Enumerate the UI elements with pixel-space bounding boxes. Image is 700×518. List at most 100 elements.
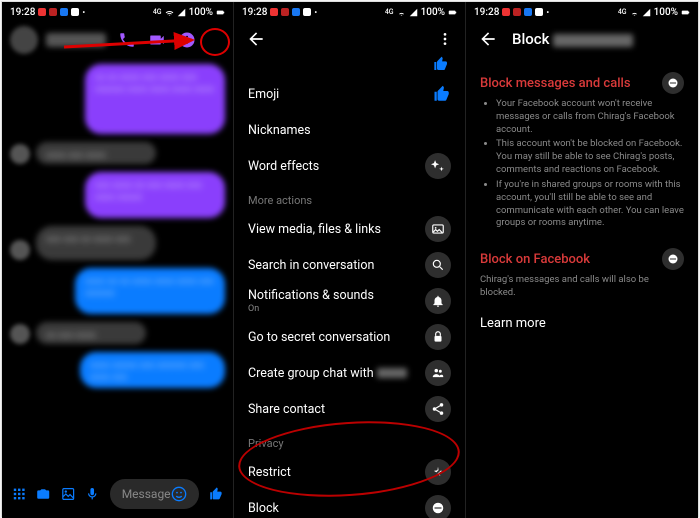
block-fb-desc: Chirag's messages and calls will also be… — [480, 274, 684, 300]
fb-icon — [524, 8, 532, 16]
app-icon — [513, 8, 521, 16]
status-battery: 100% — [654, 7, 678, 18]
message-in[interactable]: xxxx xxx xxxx — [36, 142, 156, 164]
battery-icon — [216, 8, 225, 17]
call-icon[interactable] — [118, 31, 136, 49]
bullet: If you're in shared groups or rooms with… — [496, 179, 684, 230]
label: Block messages and calls — [480, 76, 631, 91]
message-out[interactable]: xx xx xxxx xxx xxxx xxx xxxxxx xxxx xxxx… — [85, 64, 225, 134]
network-icon: 4G — [618, 8, 627, 16]
fb-icon — [292, 8, 300, 16]
more-icon: • — [82, 8, 85, 17]
item-notifications[interactable]: Notifications & sounds On — [248, 283, 451, 319]
video-icon[interactable] — [148, 31, 166, 49]
message-input[interactable]: Message — [110, 479, 199, 509]
app-icon — [535, 8, 543, 16]
bullet: Your Facebook account won't receive mess… — [496, 98, 684, 136]
item-nicknames[interactable]: Nicknames — [248, 112, 451, 148]
wifi-icon — [630, 8, 639, 17]
more-icon: • — [546, 8, 549, 17]
item-share-contact[interactable]: Share contact — [248, 391, 451, 427]
battery-icon — [681, 8, 690, 17]
thumb-row — [234, 56, 465, 76]
media-icon — [425, 216, 451, 242]
app-icon — [270, 8, 278, 16]
bullet: This account won't be blocked on Faceboo… — [496, 138, 684, 176]
status-time: 19:28 — [10, 7, 35, 18]
status-battery: 100% — [189, 7, 213, 18]
status-bar: 19:28 • 4G 100% — [466, 2, 698, 22]
item-search[interactable]: Search in conversation — [248, 247, 451, 283]
back-icon[interactable] — [478, 29, 498, 49]
search-icon — [425, 252, 451, 278]
message-in[interactable]: xxx xxx xx xxxx xxx — [36, 226, 156, 260]
battery-icon — [448, 8, 457, 17]
item-restrict[interactable]: Restrict — [248, 454, 451, 490]
message-out[interactable]: xxx xxxx xx xxx xxxx xxx xxxx xxxxx — [85, 172, 225, 218]
label: Word effects — [248, 159, 319, 174]
status-time: 19:28 — [242, 7, 267, 18]
label: Notifications & sounds — [248, 288, 374, 303]
wifi-icon — [397, 8, 406, 17]
label: Create group chat with — [248, 366, 407, 381]
back-icon[interactable] — [246, 29, 266, 49]
thumbs-up-icon[interactable] — [209, 484, 223, 504]
status-bar: 19:28 • 4G 100% — [2, 2, 233, 22]
mic-icon[interactable] — [85, 484, 99, 504]
app-icon — [49, 8, 57, 16]
item-word-effects[interactable]: Word effects — [248, 148, 451, 184]
screen-conversation-settings: 19:28 • 4G 100% Emoji Nicknames — [234, 2, 466, 518]
composer: Message — [2, 474, 233, 518]
label: Emoji — [248, 87, 279, 102]
block-msg-calls-desc: Your Facebook account won't receive mess… — [480, 98, 684, 230]
label: Restrict — [248, 465, 291, 480]
restrict-icon — [425, 459, 451, 485]
signal-icon — [409, 8, 418, 17]
status-time: 19:28 — [474, 7, 499, 18]
group-icon — [425, 360, 451, 386]
section-more-actions: More actions — [248, 184, 451, 211]
section-privacy: Privacy — [248, 427, 451, 454]
message-list: xx xx xxxx xxx xxxx xxx xxxxxx xxxx xxxx… — [2, 58, 233, 474]
label: Block — [248, 501, 279, 516]
bell-icon — [425, 288, 451, 314]
more-vert-icon[interactable] — [437, 31, 453, 47]
page-title: Block — [512, 30, 633, 48]
chat-title[interactable] — [46, 33, 106, 47]
item-view-media[interactable]: View media, files & links — [248, 211, 451, 247]
apps-icon[interactable] — [12, 484, 26, 504]
item-block[interactable]: Block — [248, 490, 451, 518]
item-secret-conversation[interactable]: Go to secret conversation — [248, 319, 451, 355]
fb-icon — [60, 8, 68, 16]
avatar[interactable] — [10, 26, 38, 54]
block-icon — [662, 248, 684, 270]
more-icon: • — [314, 8, 317, 17]
item-create-group[interactable]: Create group chat with — [248, 355, 451, 391]
message-in[interactable]: xx xxx xxxx — [36, 322, 146, 344]
info-icon[interactable] — [178, 31, 196, 49]
avatar — [10, 240, 30, 260]
network-icon: 4G — [385, 8, 394, 16]
screen-block: 19:28 • 4G 100% Block Block messages and… — [466, 2, 698, 518]
avatar — [10, 324, 30, 344]
message-out[interactable]: xxxx xx xx xxxx xxxx xxxx xxx xxxxxx — [75, 268, 225, 314]
camera-icon[interactable] — [36, 484, 50, 504]
settings-list: Emoji Nicknames Word effects More action… — [234, 76, 465, 518]
label: Go to secret conversation — [248, 330, 390, 345]
gallery-icon[interactable] — [61, 484, 75, 504]
item-emoji[interactable]: Emoji — [248, 76, 451, 112]
block-on-facebook[interactable]: Block on Facebook — [480, 232, 684, 274]
settings-header — [234, 22, 465, 56]
message-out[interactable]: xxxx xxxxx xxx xxxxxx xxx xxxx xxx — [80, 352, 225, 388]
learn-more-link[interactable]: Learn more — [480, 300, 684, 331]
block-icon — [662, 72, 684, 94]
network-icon: 4G — [153, 8, 162, 16]
block-messages-calls[interactable]: Block messages and calls — [480, 64, 684, 98]
emoji-icon[interactable] — [171, 486, 187, 502]
sublabel: On — [248, 304, 374, 314]
app-icon — [71, 8, 79, 16]
label: Block on Facebook — [480, 252, 590, 267]
avatar — [10, 144, 30, 164]
app-icon — [303, 8, 311, 16]
block-header: Block — [466, 22, 698, 56]
